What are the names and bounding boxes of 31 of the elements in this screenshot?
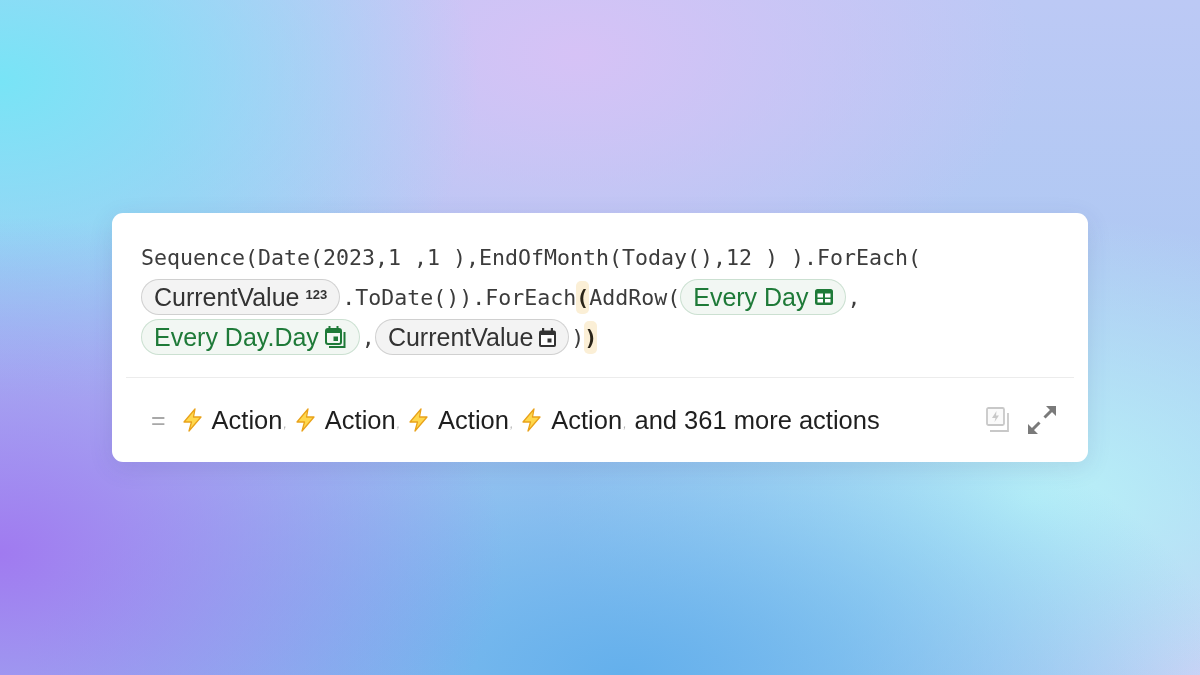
number-type-label: 123 xyxy=(305,287,328,302)
matched-bracket: ( xyxy=(576,280,590,314)
calendar-stack-icon xyxy=(324,326,347,348)
expand-icon[interactable] xyxy=(1028,406,1056,434)
more-actions-text: and 361 more actions xyxy=(634,405,880,435)
lightning-icon xyxy=(521,408,543,432)
action-label: Action xyxy=(324,405,396,435)
action-label: Action xyxy=(551,405,623,435)
matched-bracket: ) xyxy=(584,320,598,354)
reference-chip[interactable]: CurrentValue 123 xyxy=(141,279,341,315)
formula-code: ) xyxy=(571,324,585,350)
formula-code: .ToDate()).ForEach xyxy=(342,284,577,310)
result-separator: , xyxy=(623,416,627,431)
lightning-icon xyxy=(181,408,203,432)
reference-chip[interactable]: CurrentValue xyxy=(374,319,570,355)
formula-code: , xyxy=(361,324,375,350)
result-separator: , xyxy=(509,416,514,431)
reference-chip[interactable]: Every Day xyxy=(680,279,846,315)
result-separator: , xyxy=(396,416,401,431)
table-icon xyxy=(814,289,833,305)
lightning-icon xyxy=(294,408,316,432)
calendar-icon xyxy=(539,327,557,347)
formula-code: Sequence(Date(2023,1 ,1 ),EndOfMonth(Today(),12 ) ).ForEach( xyxy=(141,244,922,270)
lightning-icon xyxy=(408,408,430,432)
formula-code: AddRow( xyxy=(589,284,681,310)
reference-chip[interactable]: Every Day.Day xyxy=(141,319,360,355)
result-separator: , xyxy=(283,416,287,431)
action-label: Action xyxy=(438,405,509,435)
formula-code: , xyxy=(847,284,861,310)
action-label: Action xyxy=(211,405,283,435)
equals-sign: = xyxy=(151,405,166,435)
